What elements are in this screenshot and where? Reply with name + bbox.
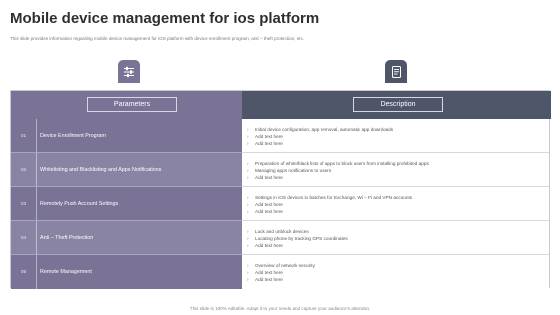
settings-sliders-icon (118, 60, 140, 83)
row-parameter: Anti – Theft Protection (40, 235, 94, 241)
row-number: 02 (11, 153, 37, 187)
row-description: Initial device configuration, app remova… (242, 119, 549, 153)
mdm-table: Parameters Description 01 Device Enrollm… (10, 90, 551, 289)
row-description: Preparation of white/black lists of apps… (242, 153, 549, 187)
description-line: Locating phone by tracking GPS coordinat… (255, 235, 549, 242)
row-parameter: Remote Management (40, 269, 92, 275)
row-description: Overview of network security Add text he… (242, 255, 549, 289)
row-parameter: Whitelisting and Blacklisting and Apps N… (40, 167, 162, 173)
description-line: Add text here (255, 276, 549, 283)
description-line: Initial device configuration, app remova… (255, 126, 549, 133)
description-line: Managing apps notifications to users (255, 167, 549, 174)
parameters-header: Parameters (11, 91, 242, 119)
description-line: Add text here (255, 208, 549, 215)
description-line: Settings in iOS devices in batches for E… (255, 194, 549, 201)
parameters-header-label: Parameters (87, 97, 177, 112)
description-line: Preparation of white/black lists of apps… (255, 160, 549, 167)
row-number: 04 (11, 221, 37, 255)
description-header: Description (242, 91, 551, 119)
table-row: 04 Anti – Theft Protection Lock and unbl… (11, 221, 549, 255)
description-line: Add text here (255, 201, 549, 208)
description-line: Add text here (255, 242, 549, 249)
description-line: Add text here (255, 140, 549, 147)
table-row: 01 Device Enrollment Program Initial dev… (11, 119, 549, 153)
row-number: 05 (11, 255, 37, 289)
row-number: 03 (11, 187, 37, 221)
description-line: Overview of network security (255, 262, 549, 269)
table-row: 05 Remote Management Overview of network… (11, 255, 549, 289)
slide-footer: This slide is 100% editable. Adapt it to… (189, 306, 371, 311)
description-line: Lock and unblock devices (255, 228, 549, 235)
description-line: Add text here (255, 133, 549, 140)
row-parameter: Remotely Push Account Settings (40, 201, 119, 207)
row-description: Lock and unblock devices Locating phone … (242, 221, 549, 255)
slide-subtitle: This slide provides information regardin… (10, 36, 305, 41)
row-number: 01 (11, 119, 37, 153)
row-parameter: Device Enrollment Program (40, 133, 106, 139)
row-description: Settings in iOS devices in batches for E… (242, 187, 549, 221)
document-icon (385, 60, 407, 83)
slide-title: Mobile device management for ios platfor… (10, 10, 320, 27)
description-line: Add text here (255, 269, 549, 276)
description-header-label: Description (353, 97, 443, 112)
table-row: 03 Remotely Push Account Settings Settin… (11, 187, 549, 221)
table-row: 02 Whitelisting and Blacklisting and App… (11, 153, 549, 187)
description-line: Add text here (255, 174, 549, 181)
